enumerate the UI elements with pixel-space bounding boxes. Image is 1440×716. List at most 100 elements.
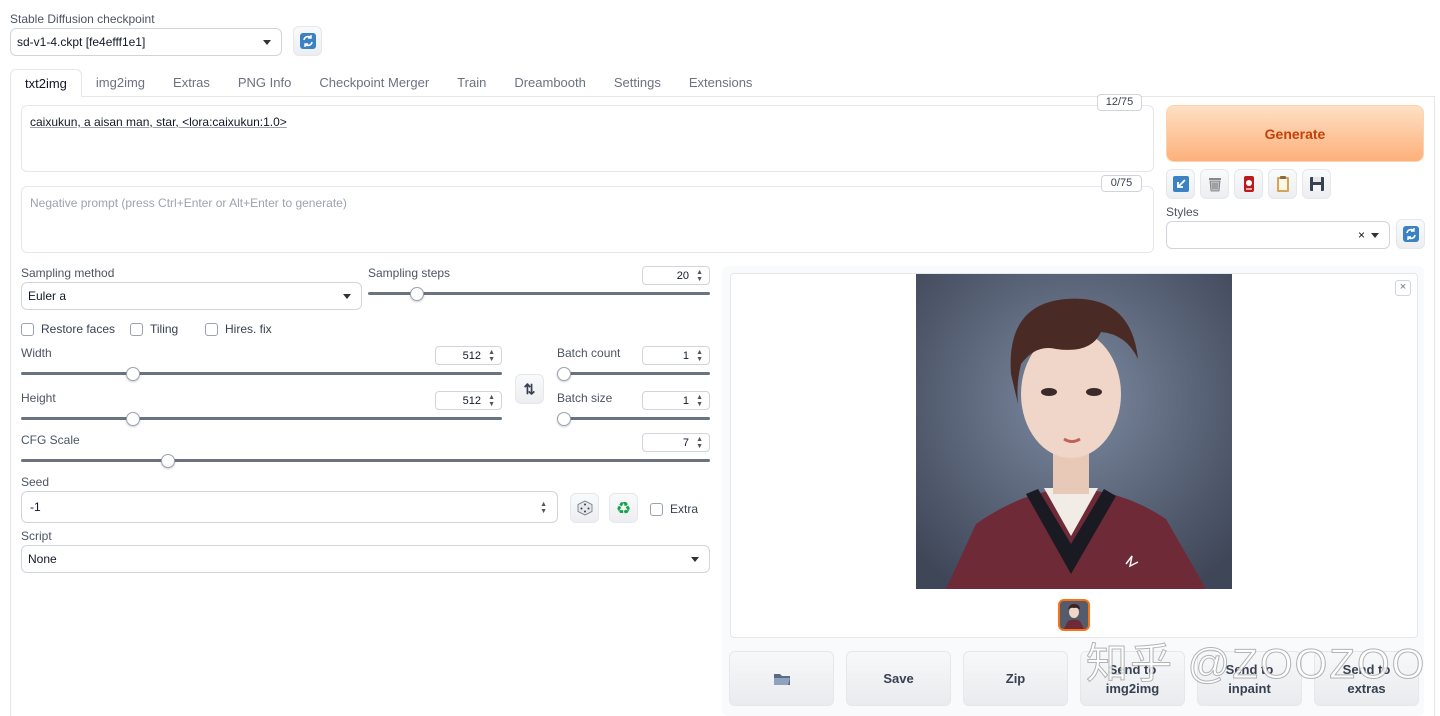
script-value: None [28, 552, 57, 566]
watermark-text: 知乎 @ZOOZOO [1085, 640, 1427, 688]
read-params-button[interactable] [1166, 169, 1195, 199]
hires-fix-checkbox[interactable]: Hires. fix [205, 322, 272, 336]
generate-label: Generate [1264, 125, 1326, 142]
hires-fix-label: Hires. fix [225, 322, 272, 336]
batch-count-track[interactable] [557, 372, 710, 375]
checkpoint-value: sd-v1-4.ckpt [fe4efff1e1] [17, 35, 146, 49]
checkbox-box [205, 322, 218, 336]
height-label: Height [21, 391, 56, 405]
chevron-down-icon [691, 557, 699, 562]
save-label: Save [883, 671, 914, 686]
negative-prompt-placeholder: Negative prompt (press Ctrl+Enter or Alt… [30, 196, 347, 210]
batch-count-label: Batch count [557, 346, 621, 360]
batch-count-slider-thumb[interactable] [557, 367, 571, 381]
tiling-label: Tiling [150, 322, 179, 336]
thumbnail-image [1060, 601, 1088, 629]
tab-settings[interactable]: Settings [600, 69, 675, 97]
styles-dropdown[interactable]: × [1166, 221, 1390, 249]
open-folder-button[interactable] [729, 651, 834, 706]
tab-dreambooth[interactable]: Dreambooth [500, 69, 600, 97]
batch-count-value: 1 [682, 349, 689, 362]
tab-checkpoint-merger[interactable]: Checkpoint Merger [305, 69, 443, 97]
cfg-scale-slider-thumb[interactable] [161, 454, 175, 468]
close-icon[interactable]: × [1395, 280, 1411, 296]
gallery-thumbnail[interactable] [1058, 599, 1090, 631]
sampling-steps-input[interactable]: 20 ▲ ▼ [642, 266, 710, 285]
portrait-image [916, 274, 1232, 589]
stepper-icon: ▲ ▼ [696, 349, 703, 363]
refresh-icon [1402, 226, 1419, 242]
width-track[interactable] [21, 372, 502, 375]
stepper-icon: ▲ ▼ [488, 394, 495, 408]
stepper-icon: ▲ ▼ [696, 436, 703, 450]
apply-style-button[interactable] [1268, 169, 1297, 199]
generated-image[interactable] [916, 274, 1232, 589]
tab-bar: txt2img img2img Extras PNG Info Checkpoi… [10, 69, 766, 97]
panel-border-right [1434, 96, 1435, 716]
zip-button[interactable]: Zip [963, 651, 1068, 706]
script-dropdown[interactable]: None [21, 545, 710, 573]
prompt-input[interactable]: caixukun, a aisan man, star, <lora:caixu… [21, 105, 1154, 172]
negative-token-counter: 0/75 [1101, 175, 1142, 192]
batch-size-input[interactable]: 1 ▲ ▼ [642, 391, 710, 410]
refresh-icon [299, 33, 316, 49]
swap-icon: ⇅ [523, 380, 536, 397]
random-seed-button[interactable] [570, 493, 599, 523]
stepper-icon: ▲ ▼ [540, 501, 547, 515]
batch-size-slider-thumb[interactable] [557, 412, 571, 426]
batch-count-input[interactable]: 1 ▲ ▼ [642, 346, 710, 365]
stepper-icon: ▲ ▼ [488, 349, 495, 363]
batch-size-value: 1 [682, 394, 689, 407]
tab-train[interactable]: Train [443, 69, 500, 97]
save-style-button[interactable] [1302, 169, 1331, 199]
seed-input[interactable]: -1 ▲ ▼ [21, 491, 558, 523]
swap-dimensions-button[interactable]: ⇅ [515, 374, 544, 404]
chevron-down-icon [1371, 233, 1379, 238]
save-button[interactable]: Save [846, 651, 951, 706]
tab-png-info[interactable]: PNG Info [224, 69, 305, 97]
seed-label: Seed [21, 475, 50, 489]
cfg-scale-input[interactable]: 7 ▲ ▼ [642, 433, 710, 452]
recycle-icon: ♻ [615, 498, 632, 518]
chevron-down-icon [343, 294, 351, 299]
tab-img2img[interactable]: img2img [82, 69, 159, 97]
sampling-method-label: Sampling method [21, 266, 115, 280]
extra-seed-checkbox[interactable]: Extra [650, 502, 698, 516]
folder-icon [773, 673, 790, 685]
tab-txt2img[interactable]: txt2img [10, 69, 82, 97]
tab-extensions[interactable]: Extensions [675, 69, 767, 97]
extra-networks-button[interactable] [1234, 169, 1263, 199]
panel-border-left [10, 96, 11, 716]
dice-icon [577, 500, 592, 516]
cfg-scale-value: 7 [682, 436, 689, 449]
checkbox-box [130, 322, 143, 336]
width-input[interactable]: 512 ▲ ▼ [435, 346, 502, 365]
checkpoint-dropdown[interactable]: sd-v1-4.ckpt [fe4efff1e1] [10, 28, 282, 56]
batch-size-label: Batch size [557, 391, 613, 405]
chevron-down-icon [263, 40, 271, 45]
extra-seed-label: Extra [670, 502, 699, 516]
refresh-styles-button[interactable] [1396, 219, 1425, 249]
refresh-checkpoint-button[interactable] [293, 26, 322, 56]
sampling-steps-value: 20 [676, 269, 689, 282]
cfg-scale-track[interactable] [21, 459, 710, 462]
clear-prompt-button[interactable] [1200, 169, 1229, 199]
checkpoint-label: Stable Diffusion checkpoint [10, 12, 155, 26]
tiling-checkbox[interactable]: Tiling [130, 322, 178, 336]
negative-prompt-input[interactable]: Negative prompt (press Ctrl+Enter or Alt… [21, 186, 1154, 253]
sampling-steps-label: Sampling steps [368, 266, 451, 280]
sampling-method-value: Euler a [28, 289, 67, 303]
height-track[interactable] [21, 417, 502, 420]
sampling-method-dropdown[interactable]: Euler a [21, 282, 362, 310]
height-input[interactable]: 512 ▲ ▼ [435, 391, 502, 410]
generate-button[interactable]: Generate [1166, 105, 1424, 162]
width-slider-thumb[interactable] [126, 367, 140, 381]
tab-extras[interactable]: Extras [159, 69, 224, 97]
batch-size-track[interactable] [557, 417, 710, 420]
clear-styles-icon[interactable]: × [1358, 228, 1365, 242]
reuse-seed-button[interactable]: ♻ [609, 493, 638, 523]
height-slider-thumb[interactable] [126, 412, 140, 426]
restore-faces-checkbox[interactable]: Restore faces [21, 322, 115, 336]
sampling-steps-slider-thumb[interactable] [410, 287, 424, 301]
height-value: 512 [462, 394, 481, 407]
